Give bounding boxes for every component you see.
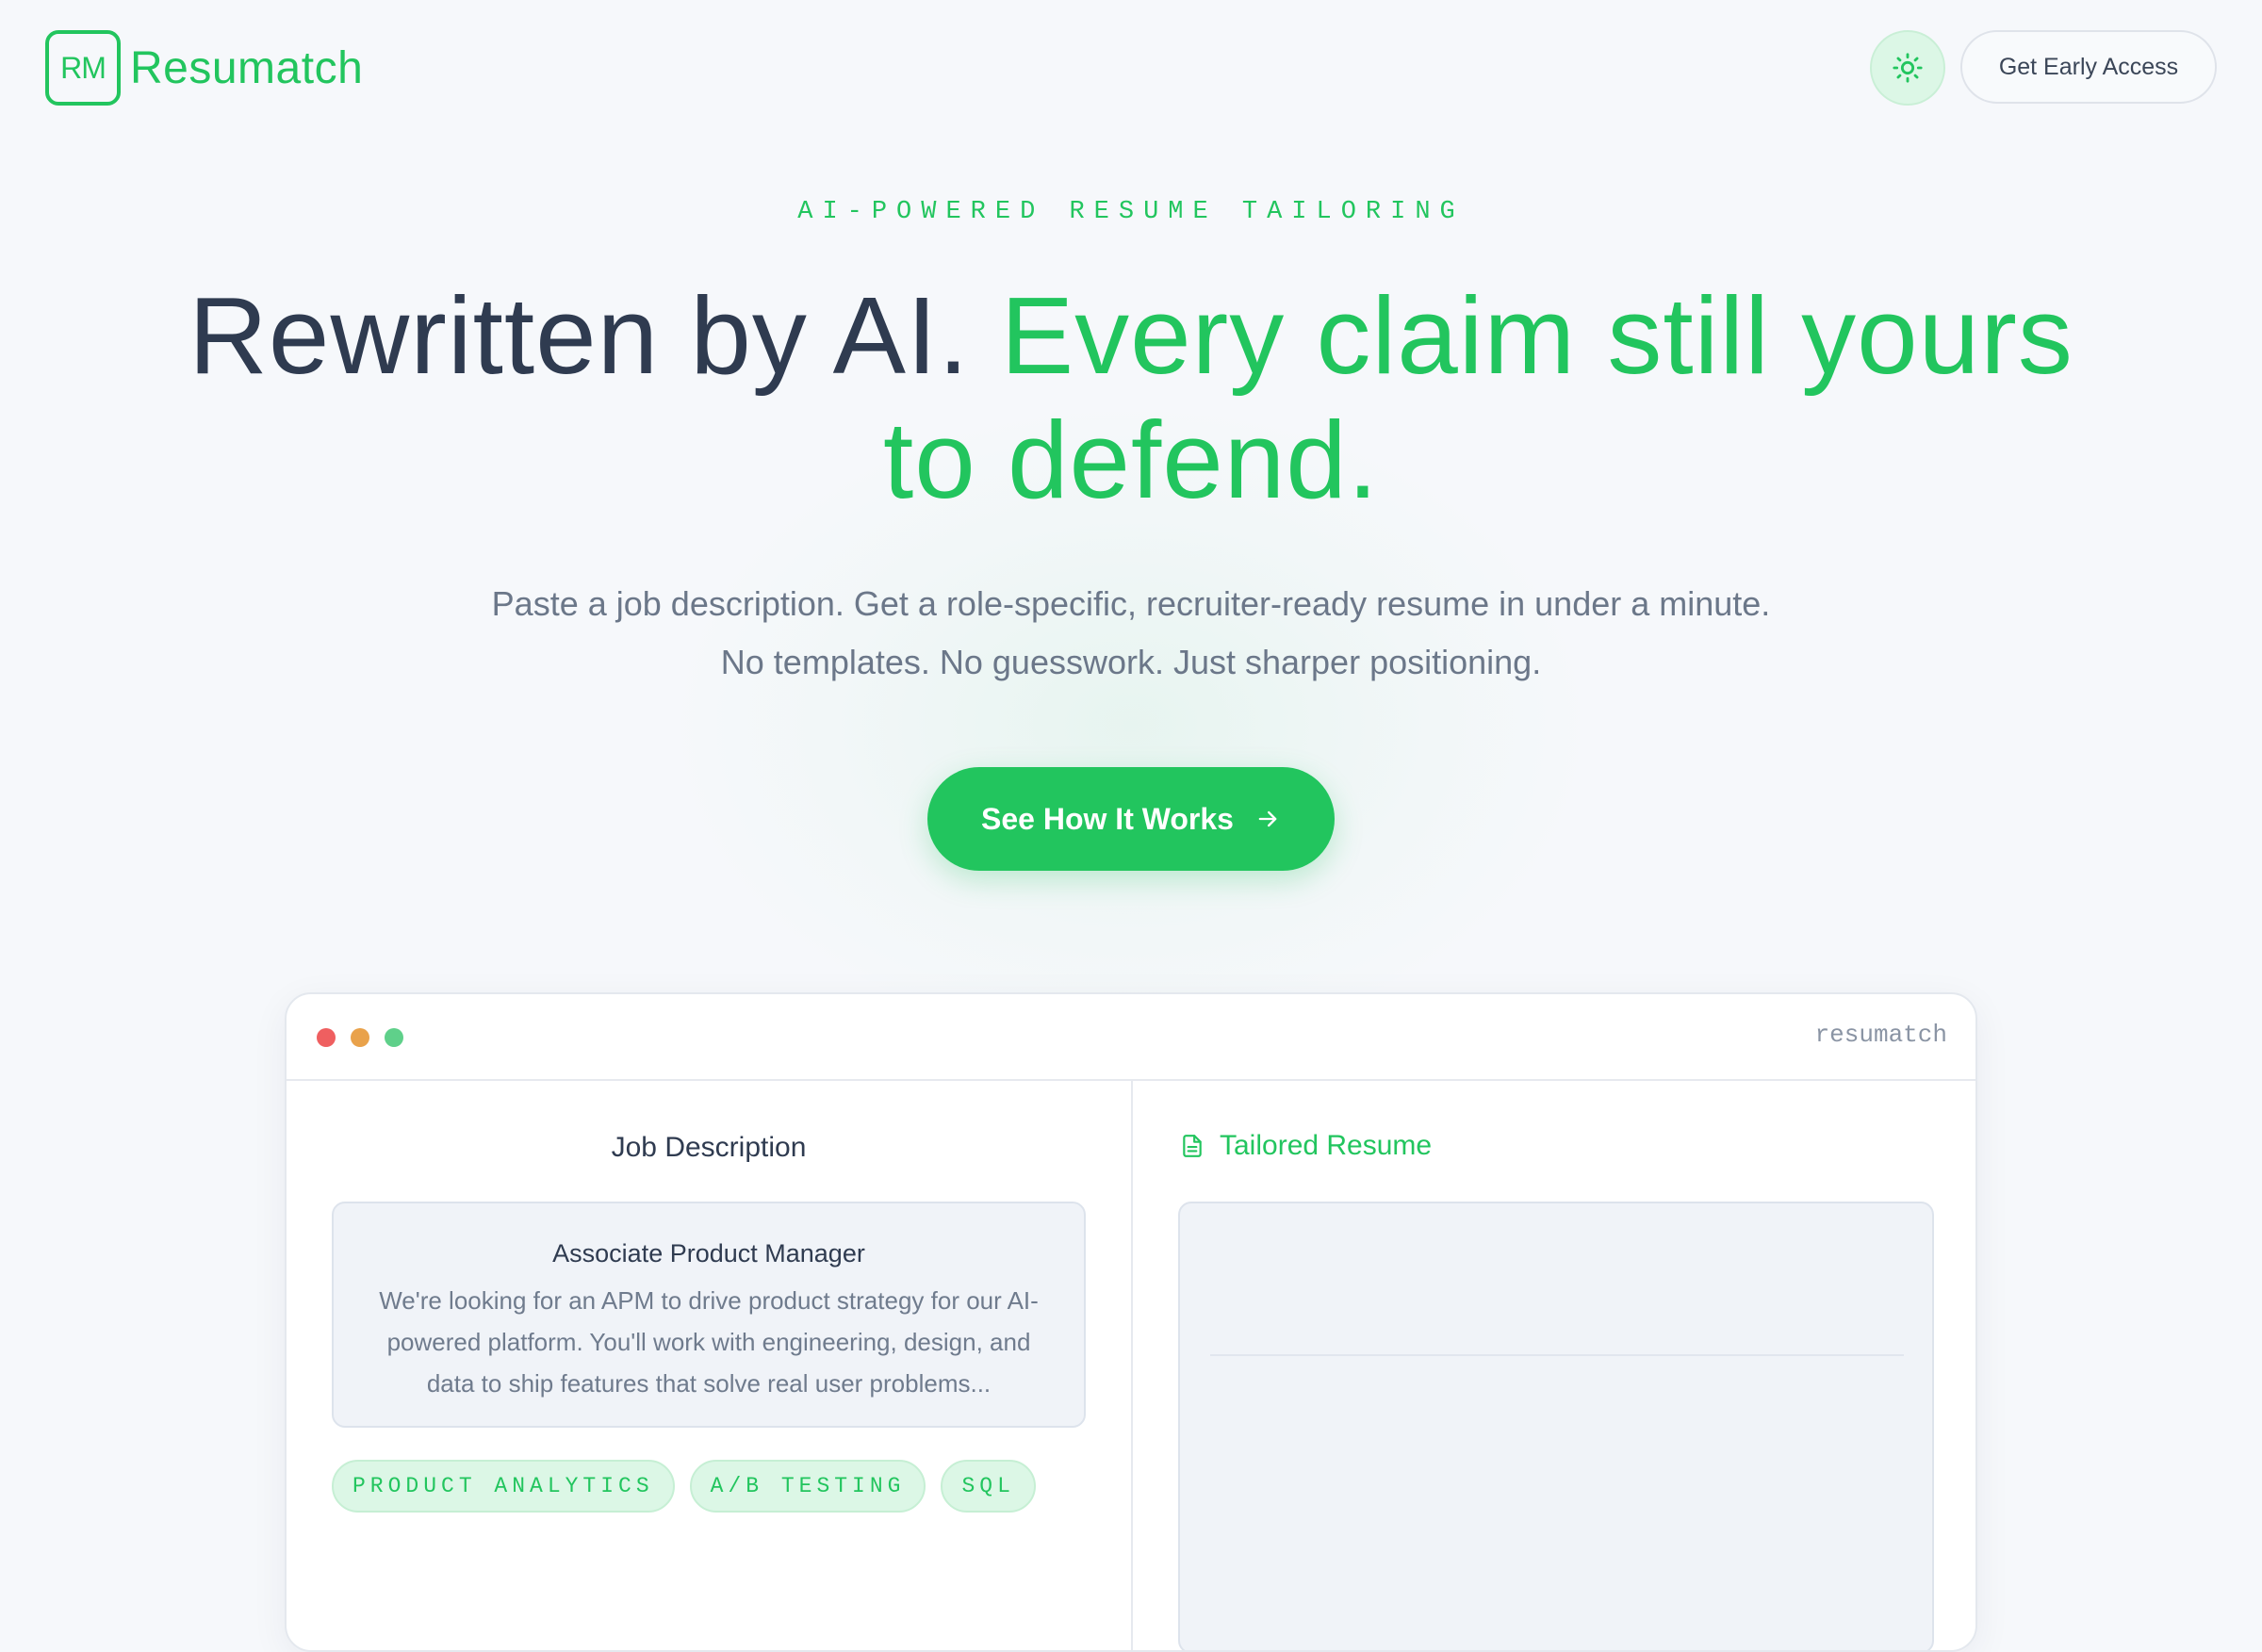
headline-dark-part: Rewritten by AI. bbox=[188, 274, 970, 397]
resume-preview-card bbox=[1178, 1202, 1934, 1650]
window-label: resumatch bbox=[1814, 1021, 1947, 1049]
hero-subhead: Paste a job description. Get a role-spec… bbox=[491, 584, 1771, 681]
headline-green-part: Every claim still yours to defend. bbox=[883, 274, 2074, 521]
demo-window: resumatch Job Description Associate Prod… bbox=[285, 992, 1977, 1652]
logo-text: Resumatch bbox=[130, 42, 364, 93]
skill-tag: SQL bbox=[941, 1460, 1036, 1513]
job-body: We're looking for an APM to drive produc… bbox=[379, 1286, 1039, 1398]
logo[interactable]: RM Resumatch bbox=[45, 30, 363, 106]
panel-divider bbox=[1131, 1081, 1133, 1650]
document-icon bbox=[1180, 1133, 1205, 1159]
resume-placeholder-line bbox=[1210, 1354, 1904, 1356]
window-maximize-dot bbox=[385, 1028, 403, 1047]
window-close-dot bbox=[317, 1028, 336, 1047]
skill-tag: A/B TESTING bbox=[689, 1460, 926, 1513]
logo-mark: RM bbox=[45, 30, 121, 106]
job-description-card: Associate Product Manager We're looking … bbox=[332, 1202, 1086, 1428]
see-how-it-works-button[interactable]: See How It Works bbox=[927, 767, 1335, 871]
skill-tags: PRODUCT ANALYTICS A/B TESTING SQL bbox=[332, 1460, 1051, 1513]
hero-button-label: See How It Works bbox=[981, 801, 1234, 836]
arrow-right-icon bbox=[1254, 806, 1281, 832]
skill-tag: PRODUCT ANALYTICS bbox=[332, 1460, 675, 1513]
theme-toggle-button[interactable] bbox=[1870, 30, 1945, 106]
get-early-access-button[interactable]: Get Early Access bbox=[1960, 30, 2217, 104]
sun-icon bbox=[1892, 52, 1924, 84]
window-titlebar: resumatch bbox=[287, 994, 1975, 1081]
window-minimize-dot bbox=[351, 1028, 369, 1047]
job-description-title: Job Description bbox=[611, 1132, 807, 1163]
hero-eyebrow: AI-POWERED RESUME TAILORING bbox=[797, 198, 1465, 226]
job-title: Associate Product Manager bbox=[552, 1239, 865, 1268]
tailored-resume-title: Tailored Resume bbox=[1180, 1130, 1432, 1162]
tailored-resume-label: Tailored Resume bbox=[1220, 1130, 1433, 1161]
hero-headline: Rewritten by AI. Every claim still yours… bbox=[188, 273, 2074, 522]
